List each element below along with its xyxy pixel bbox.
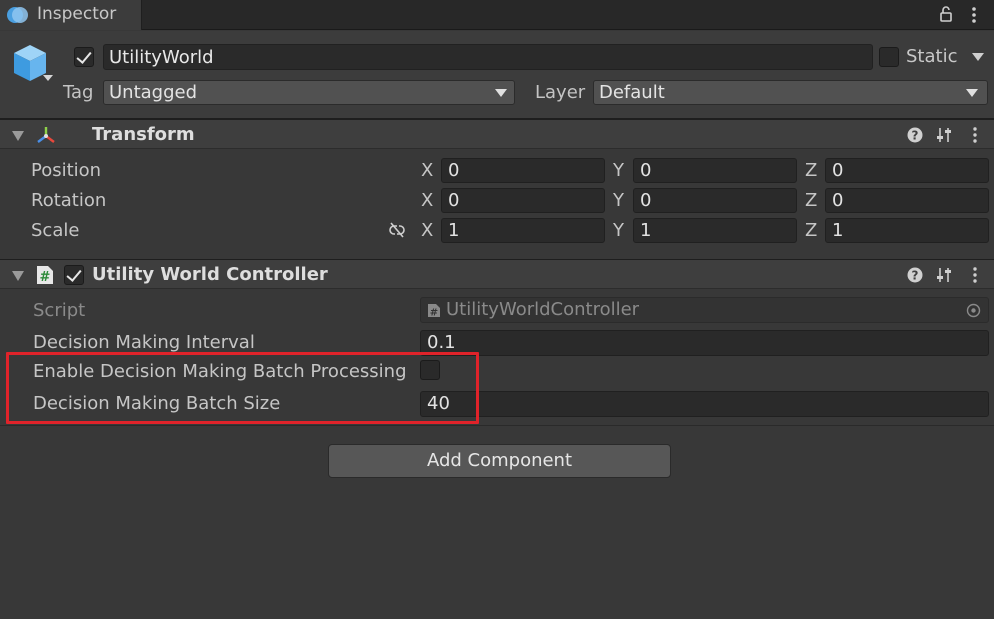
component-enabled-checkbox[interactable] xyxy=(64,265,84,285)
active-checkbox[interactable] xyxy=(74,47,94,67)
help-icon[interactable]: ? xyxy=(907,127,923,143)
position-z-input[interactable]: 0 xyxy=(825,158,989,183)
script-field[interactable]: # UtilityWorldController xyxy=(420,297,989,323)
presets-icon[interactable] xyxy=(935,266,953,284)
axis-y-label[interactable]: Y xyxy=(613,220,624,241)
foldout-arrow-icon[interactable] xyxy=(11,130,25,142)
decision-making-interval-label: Decision Making Interval xyxy=(33,332,255,353)
component-menu-icon[interactable] xyxy=(972,126,978,144)
script-name: UtilityWorldController xyxy=(446,299,640,320)
axis-x-label[interactable]: X xyxy=(421,160,433,181)
svg-text:?: ? xyxy=(912,129,919,143)
position-label: Position xyxy=(31,160,102,181)
gameobject-name-input[interactable]: UtilityWorld xyxy=(103,44,873,70)
transform-component-header[interactable]: Transform ? xyxy=(0,119,994,149)
tab-menu-icon[interactable] xyxy=(966,5,982,25)
utility-world-controller-title: Utility World Controller xyxy=(92,264,328,285)
presets-icon[interactable] xyxy=(935,126,953,144)
highlight-box xyxy=(6,352,479,424)
help-icon[interactable]: ? xyxy=(907,267,923,283)
svg-text:#: # xyxy=(430,308,438,319)
tab-title: Inspector xyxy=(37,4,117,24)
scale-x-input[interactable]: 1 xyxy=(441,218,605,243)
rotation-y-input[interactable]: 0 xyxy=(633,188,797,213)
scale-y-input[interactable]: 1 xyxy=(633,218,797,243)
axis-z-label[interactable]: Z xyxy=(805,190,817,211)
layer-label: Layer xyxy=(535,82,586,103)
lock-icon[interactable] xyxy=(938,5,954,23)
tab-bar xyxy=(0,0,994,30)
static-label: Static xyxy=(906,46,958,67)
scale-z-input[interactable]: 1 xyxy=(825,218,989,243)
static-dropdown-arrow-icon[interactable] xyxy=(971,52,985,62)
decision-making-interval-input[interactable]: 0.1 xyxy=(420,330,989,356)
transform-body: Position X 0 Y 0 Z 0 Rotation X 0 Y 0 Z … xyxy=(0,150,994,258)
utility-world-controller-header[interactable]: # Utility World Controller ? xyxy=(0,259,994,289)
position-x-input[interactable]: 0 xyxy=(441,158,605,183)
svg-text:?: ? xyxy=(912,269,919,283)
batch-size-input[interactable]: 40 xyxy=(420,391,989,417)
unlink-icon[interactable] xyxy=(387,221,407,239)
script-label: Script xyxy=(33,300,86,321)
tag-dropdown[interactable]: Untagged xyxy=(103,80,515,105)
axis-x-label[interactable]: X xyxy=(421,220,433,241)
chevron-down-icon xyxy=(495,89,507,97)
inspector-icon xyxy=(7,7,28,23)
script-file-icon: # xyxy=(428,304,440,319)
axis-y-label[interactable]: Y xyxy=(613,190,624,211)
svg-text:#: # xyxy=(40,270,51,285)
axis-z-label[interactable]: Z xyxy=(805,160,817,181)
tab-inspector[interactable]: Inspector xyxy=(0,0,142,30)
transform-title: Transform xyxy=(92,124,195,145)
tag-label: Tag xyxy=(63,82,94,103)
transform-icon xyxy=(37,127,55,143)
position-y-input[interactable]: 0 xyxy=(633,158,797,183)
script-icon: # xyxy=(37,266,53,285)
scale-label: Scale xyxy=(31,220,80,241)
component-menu-icon[interactable] xyxy=(972,266,978,284)
add-component-button[interactable]: Add Component xyxy=(328,444,671,478)
rotation-label: Rotation xyxy=(31,190,107,211)
object-picker-icon[interactable] xyxy=(966,303,981,318)
chevron-down-icon xyxy=(966,89,978,97)
layer-dropdown[interactable]: Default xyxy=(593,80,988,105)
axis-x-label[interactable]: X xyxy=(421,190,433,211)
foldout-arrow-icon[interactable] xyxy=(11,270,25,282)
axis-z-label[interactable]: Z xyxy=(805,220,817,241)
static-checkbox[interactable] xyxy=(879,47,899,67)
rotation-x-input[interactable]: 0 xyxy=(441,188,605,213)
axis-y-label[interactable]: Y xyxy=(613,160,624,181)
rotation-z-input[interactable]: 0 xyxy=(825,188,989,213)
icon-dropdown-arrow-icon[interactable] xyxy=(42,74,54,82)
